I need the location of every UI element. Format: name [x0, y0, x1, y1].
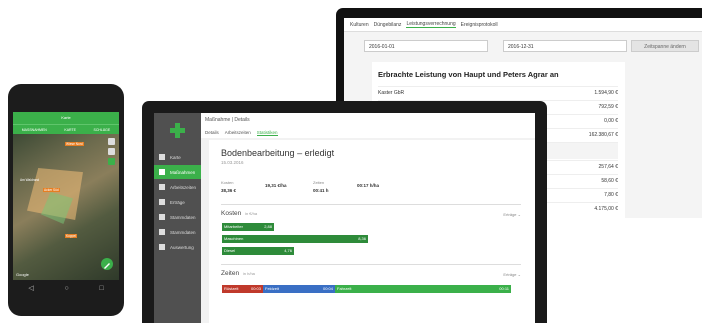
laptop-screen: Karte Maßnahmen Arbeitszeiten Erträge St…	[154, 113, 535, 323]
field-label[interactable]: Koppel	[65, 234, 77, 238]
date-to-input[interactable]: 2016-12-31	[503, 40, 627, 52]
metric-times: Zeiten 00:41 h	[313, 180, 329, 193]
costs-filter-link[interactable]: Erträge ⌄	[503, 212, 521, 217]
back-icon[interactable]: ◁	[28, 284, 33, 292]
times-heading: Zeiten in h/ha	[221, 270, 255, 277]
phone-title: Karte	[13, 112, 119, 124]
change-period-button[interactable]: Zeitspanne ändern	[631, 40, 699, 52]
app-logo	[170, 123, 185, 138]
sidebar-item-ertraege[interactable]: Erträge	[154, 195, 201, 209]
locate-icon[interactable]	[108, 148, 115, 155]
sidebar-item-massnahmen[interactable]: Maßnahmen	[154, 165, 201, 179]
sidebar-item-stammdaten-2[interactable]: Stammdaten	[154, 225, 201, 239]
add-measure-button[interactable]	[101, 258, 113, 270]
chart-icon	[159, 244, 165, 250]
home-icon[interactable]: ○	[64, 285, 68, 292]
tab-arbeitszeiten[interactable]: Arbeitszeiten	[225, 130, 251, 135]
table-row[interactable]: Kaster GbR 1.594,90 €	[378, 86, 618, 99]
satellite-map[interactable]: Wiese Nord Acker Süd Koppel Am Waldrand …	[13, 134, 119, 280]
eye-icon[interactable]	[108, 158, 115, 165]
phone-screen: Karte MASSNAHMEN KARTE SCHLÄGE Wiese Nor…	[13, 112, 119, 280]
monitor-tabbar: Kulturen Düngebilanz Leistungsverrechnun…	[344, 18, 702, 32]
tab-massnahmen[interactable]: MASSNAHMEN	[22, 128, 47, 132]
metric-costs-per-ha: 19,31 €/ha	[265, 183, 287, 188]
time-segment-feldzeit: Feldzeit 00:04	[263, 285, 335, 293]
recents-icon[interactable]: □	[99, 285, 103, 292]
metric-costs: Kosten 38,36 €	[221, 180, 237, 193]
sidebar: Karte Maßnahmen Arbeitszeiten Erträge St…	[154, 113, 201, 323]
divider	[221, 204, 521, 205]
field-label[interactable]: Wiese Nord	[65, 142, 84, 146]
detail-tabs: Details Arbeitszeiten Statistiken	[201, 127, 535, 138]
layers-icon[interactable]	[108, 138, 115, 145]
metric-times-per-ha: 00:17 h/ha	[357, 183, 380, 188]
tab-details[interactable]: Details	[205, 130, 219, 135]
time-segment-fahrzeit: Fahrzeit 00:11	[335, 285, 511, 293]
map-place-label: Am Waldrand	[20, 178, 40, 182]
activity-date: 15.03.2016	[221, 160, 244, 165]
breadcrumb: Maßnahme | Details	[201, 113, 535, 128]
tab-ereignisprotokoll[interactable]: Ereignisprotokoll	[461, 22, 498, 28]
harvest-icon	[159, 199, 165, 205]
time-segment-ruestzeit: Rüstzeit 00:03	[222, 285, 263, 293]
field-label[interactable]: Acker Süd	[43, 188, 60, 192]
calendar-icon	[159, 184, 165, 190]
map-attribution: Google	[16, 272, 29, 277]
tab-schlaege[interactable]: SCHLÄGE	[93, 128, 110, 132]
card-title: Erbrachte Leistung von Haupt und Peters …	[378, 70, 559, 79]
divider	[221, 264, 521, 265]
cost-bar-mitarbeiter: Mitarbeiter 2,88	[222, 223, 274, 231]
tab-karte[interactable]: KARTE	[64, 128, 76, 132]
date-from-input[interactable]: 2016-01-01	[364, 40, 488, 52]
list-icon	[159, 169, 165, 175]
sidebar-item-auswertung[interactable]: Auswertung	[154, 240, 201, 254]
tab-leistungsverrechnung[interactable]: Leistungsverrechnung	[406, 21, 456, 28]
cost-bar-diesel: Diesel 4,76	[222, 247, 294, 255]
tab-kulturen[interactable]: Kulturen	[350, 22, 369, 28]
tab-statistiken[interactable]: Statistiken	[256, 130, 278, 136]
sidebar-item-stammdaten[interactable]: Stammdaten	[154, 210, 201, 224]
detail-panel: Bodenbearbeitung – erledigt 15.03.2016 K…	[209, 140, 535, 323]
sidebar-item-arbeitszeiten[interactable]: Arbeitszeiten	[154, 180, 201, 194]
cost-bar-maschinen: Maschinen 8,36	[222, 235, 368, 243]
costs-heading: Kosten in €/ha	[221, 210, 258, 217]
sidebar-item-karte[interactable]: Karte	[154, 150, 201, 164]
document-icon	[159, 214, 165, 220]
map-icon	[159, 154, 165, 160]
page-title: Bodenbearbeitung – erledigt	[221, 148, 335, 158]
tab-duengebilanz[interactable]: Düngebilanz	[374, 22, 402, 28]
android-navbar: ◁ ○ □	[13, 280, 119, 296]
pencil-icon	[104, 263, 110, 269]
database-icon	[159, 229, 165, 235]
times-filter-link[interactable]: Erträge ⌄	[503, 272, 521, 277]
